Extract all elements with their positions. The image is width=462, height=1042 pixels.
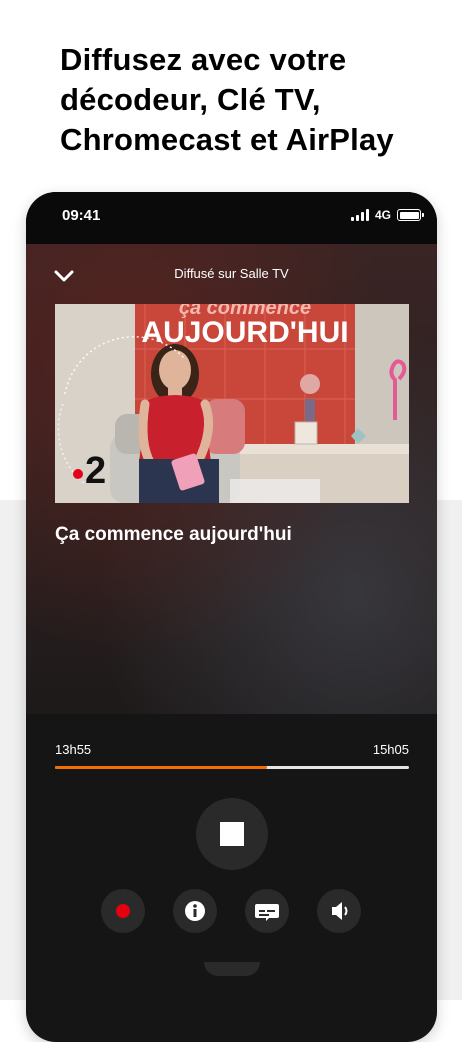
- promo-headline: Diffusez avec votre décodeur, Clé TV, Ch…: [60, 40, 440, 160]
- signal-icon: [350, 209, 369, 221]
- program-title: Ça commence aujourd'hui: [55, 524, 292, 545]
- cast-target-label: Diffusé sur Salle TV: [174, 266, 289, 281]
- battery-icon: [397, 209, 424, 221]
- show-banner-text: AUJOURD'HUI: [141, 316, 348, 349]
- phone-mockup: 09:41 4G Diffusé sur Salle TV ça commenc…: [26, 192, 437, 1042]
- status-indicators: 4G: [350, 208, 424, 222]
- stop-button[interactable]: [196, 798, 268, 870]
- headline-line-3: Chromecast et AirPlay: [60, 122, 394, 157]
- stop-icon: [220, 822, 244, 846]
- info-icon: [185, 901, 205, 921]
- network-type: 4G: [374, 208, 391, 222]
- headline-line-2: décodeur, Clé TV,: [60, 82, 321, 117]
- record-button[interactable]: [101, 889, 145, 933]
- channel-dot: [73, 469, 83, 479]
- record-icon: [116, 904, 130, 918]
- sheet-handle[interactable]: [204, 962, 260, 976]
- progress-fill: [55, 766, 268, 769]
- program-thumbnail: ça commence AUJOURD'HUI 2: [55, 304, 409, 503]
- info-button[interactable]: [173, 889, 217, 933]
- status-time: 09:41: [62, 207, 101, 224]
- status-bar: 09:41 4G: [26, 192, 437, 244]
- volume-button[interactable]: [317, 889, 361, 933]
- progress-bar[interactable]: [55, 766, 409, 769]
- headline-line-1: Diffusez avec votre: [60, 42, 347, 77]
- start-time: 13h55: [55, 742, 92, 757]
- channel-logo: 2: [73, 452, 106, 490]
- end-time: 15h05: [372, 742, 409, 757]
- subtitles-button[interactable]: [245, 889, 289, 933]
- subtitles-icon: [255, 904, 279, 921]
- volume-icon: [332, 902, 348, 920]
- channel-number: 2: [85, 450, 107, 492]
- now-playing-panel: Diffusé sur Salle TV ça commence AUJOURD…: [26, 244, 437, 714]
